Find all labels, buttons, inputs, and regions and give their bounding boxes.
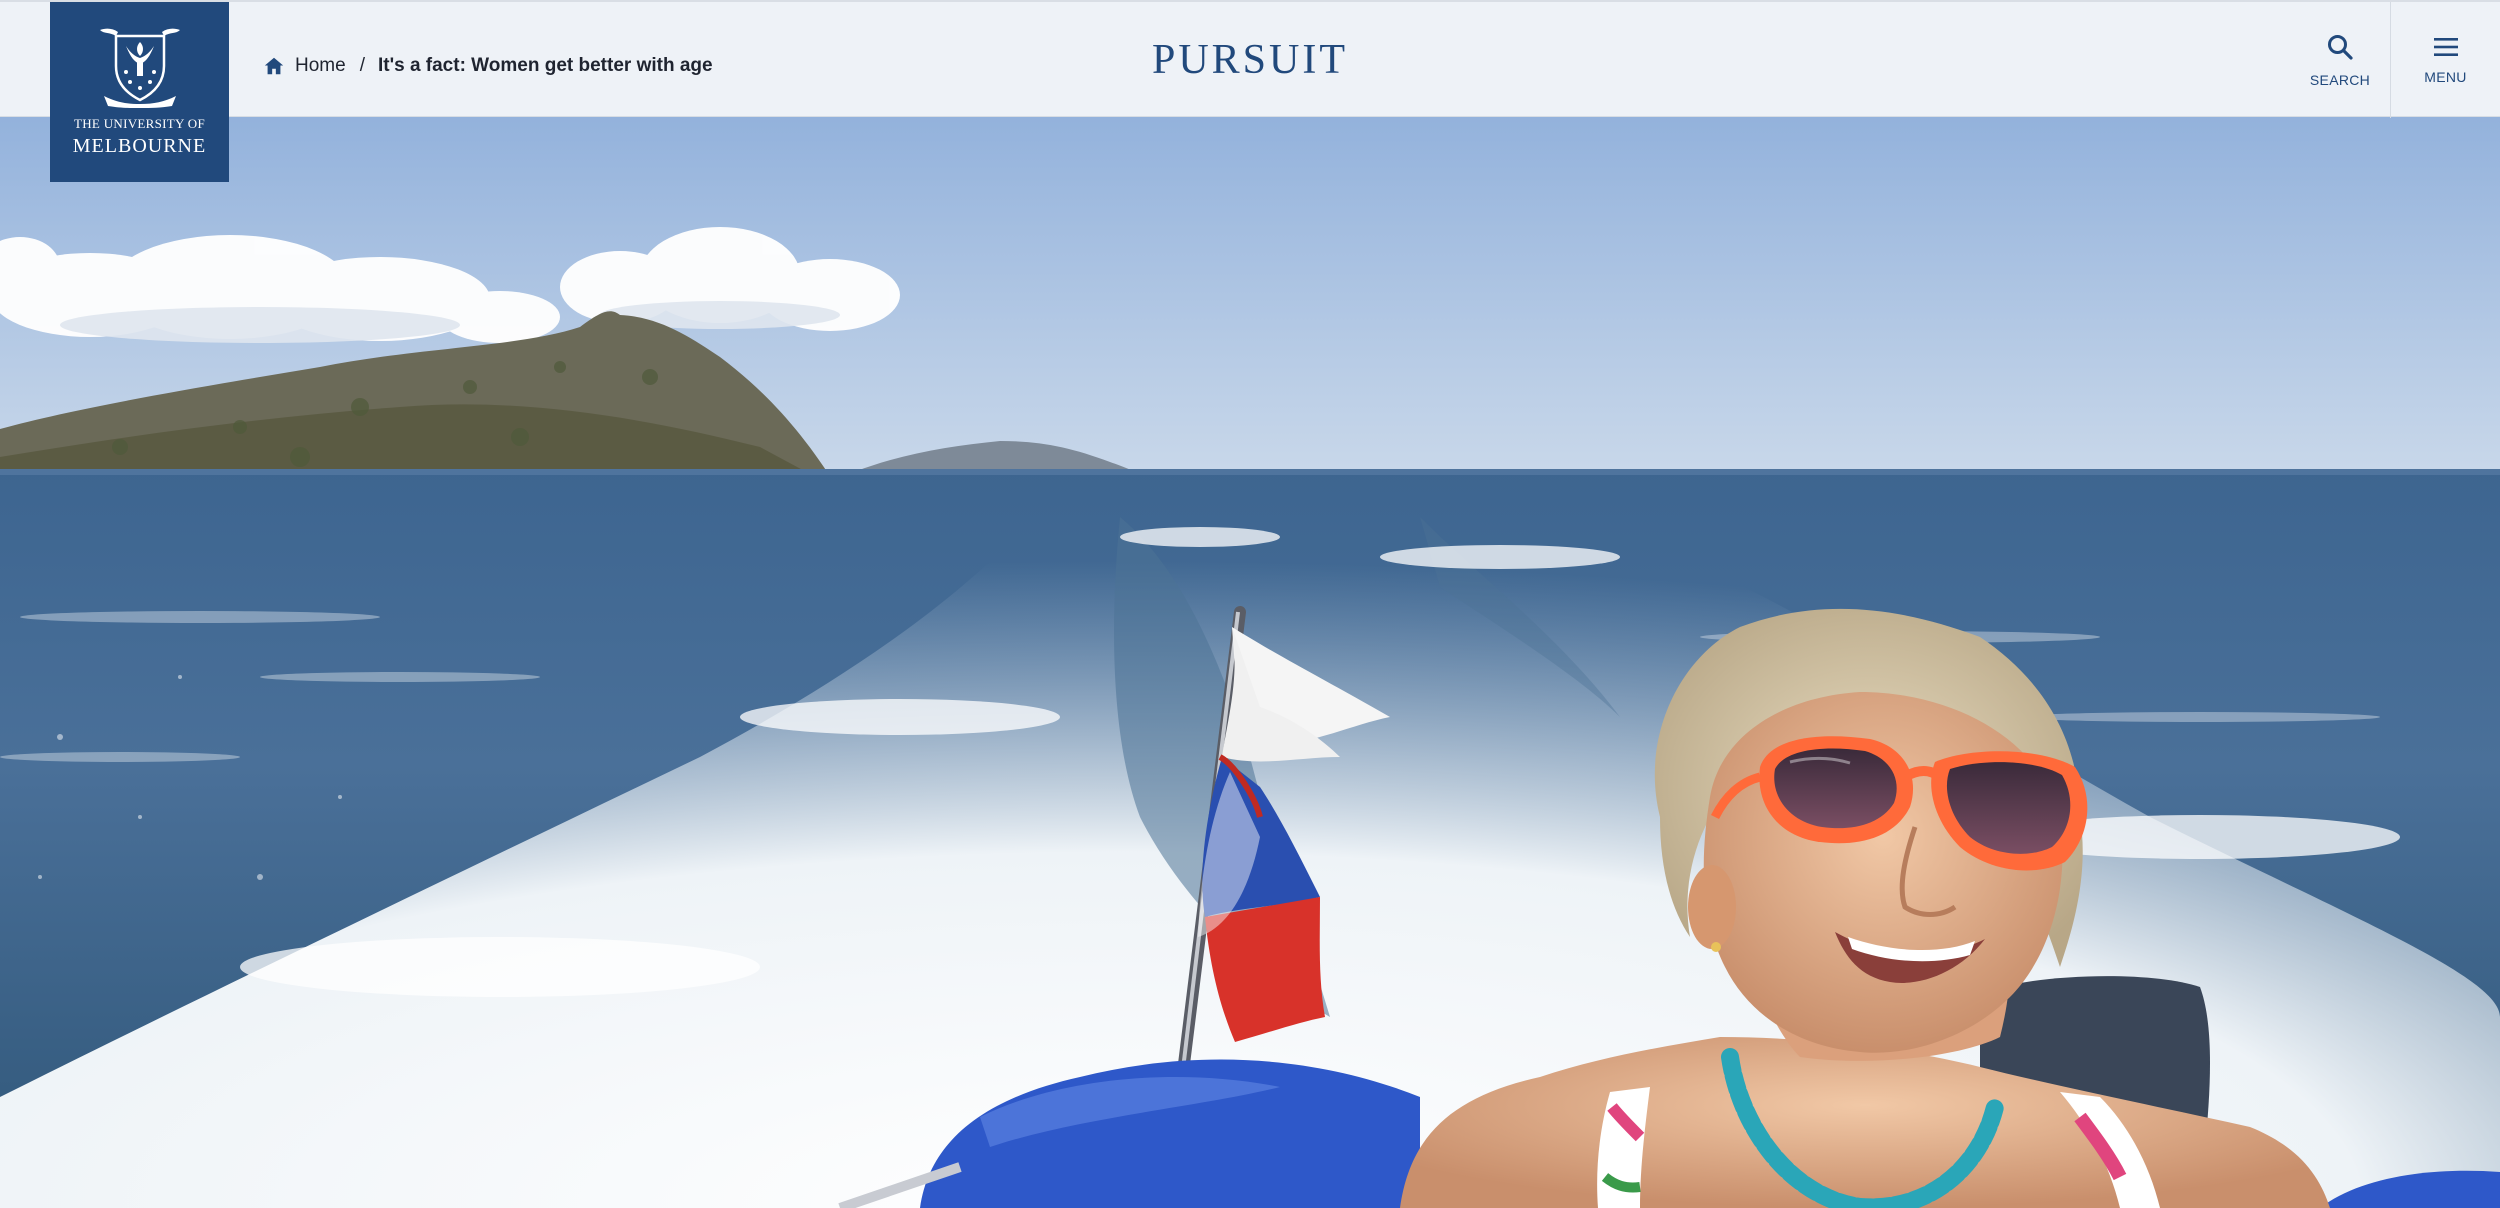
hamburger-menu-icon bbox=[2433, 36, 2459, 63]
hero-photo bbox=[0, 117, 2500, 1208]
site-title: PURSUIT bbox=[0, 36, 2500, 84]
search-button[interactable]: SEARCH bbox=[2290, 2, 2390, 118]
logo-line-2: MELBOURNE bbox=[72, 135, 207, 157]
university-logo-link[interactable]: THE UNIVERSITY OF MELBOURNE bbox=[50, 2, 229, 182]
search-label: SEARCH bbox=[2309, 71, 2371, 88]
site-header: Home / It's a fact: Women get better wit… bbox=[0, 0, 2500, 118]
logo-line-1: THE UNIVERSITY OF bbox=[74, 116, 205, 131]
search-icon bbox=[2326, 33, 2354, 66]
menu-button[interactable]: MENU bbox=[2390, 2, 2500, 118]
menu-label: MENU bbox=[2424, 68, 2467, 85]
university-crest-icon bbox=[100, 28, 180, 108]
site-title-link[interactable]: PURSUIT bbox=[1152, 37, 1348, 83]
